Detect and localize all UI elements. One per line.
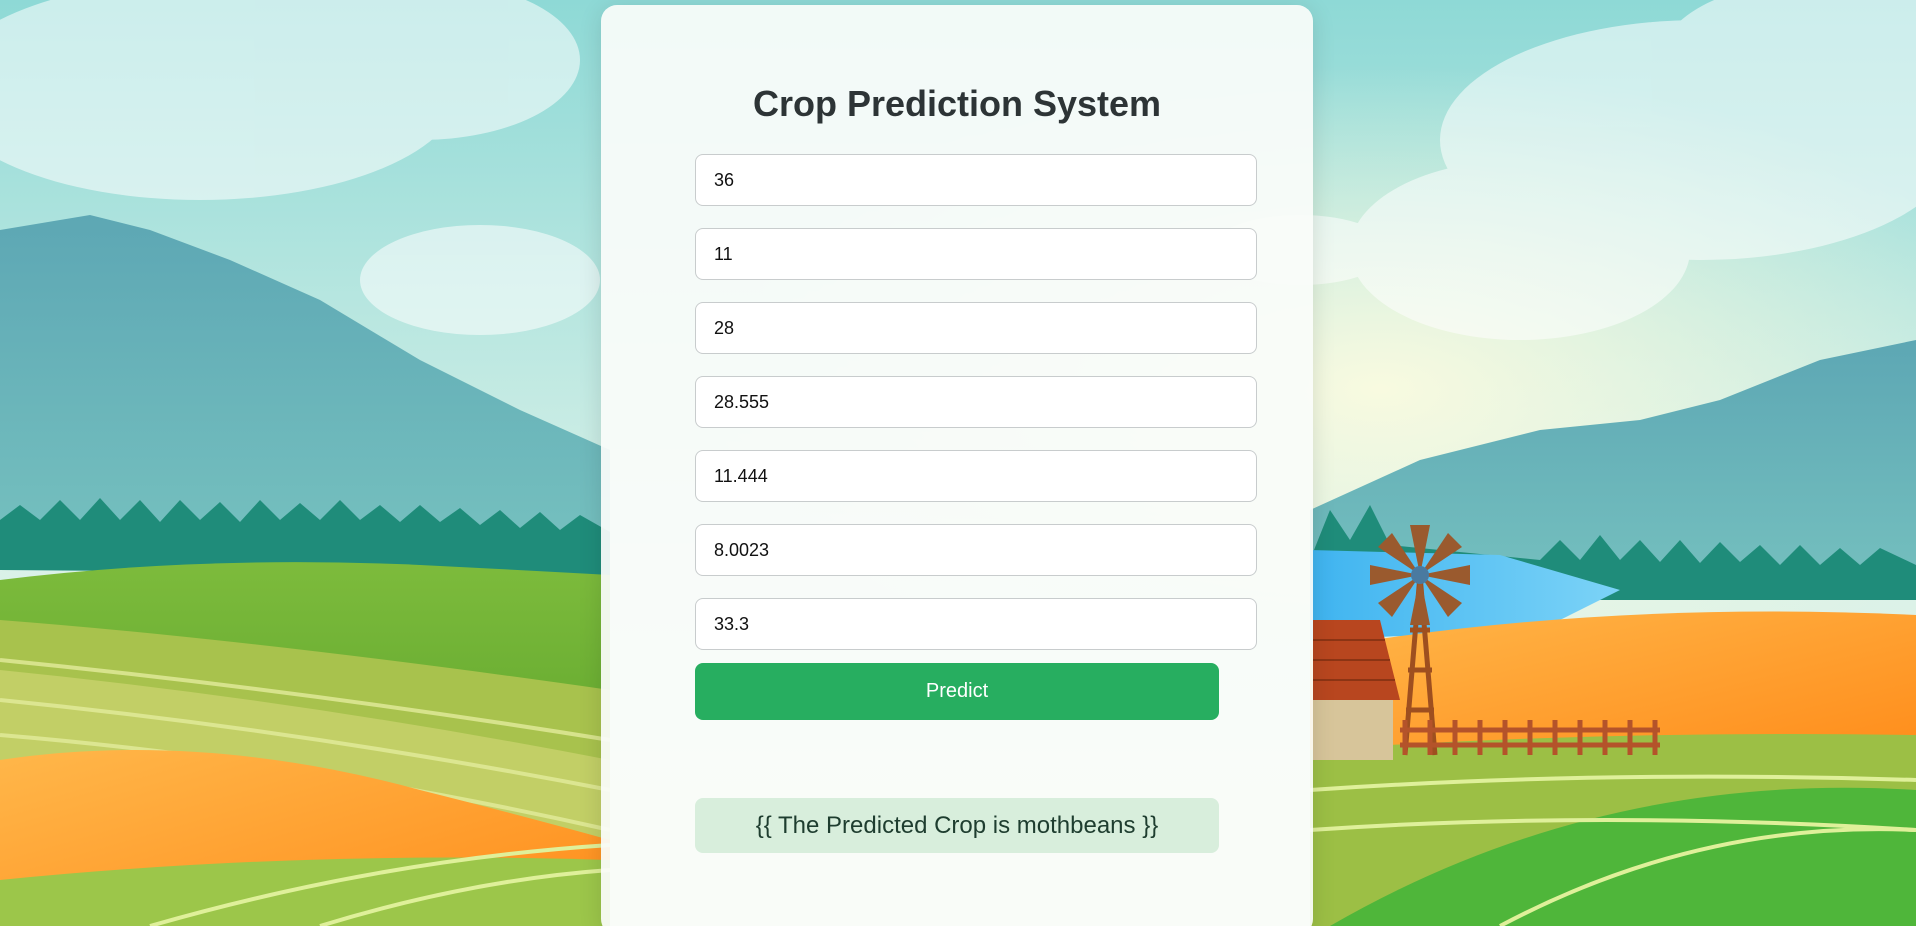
input-field-5[interactable]: [695, 450, 1257, 502]
page-title: Crop Prediction System: [752, 83, 1162, 124]
predict-button[interactable]: Predict: [695, 663, 1219, 720]
prediction-result: {{ The Predicted Crop is mothbeans }}: [695, 798, 1219, 853]
prediction-card: Crop Prediction System Predict {{ The Pr…: [601, 5, 1313, 926]
input-field-2[interactable]: [695, 228, 1257, 280]
input-field-1[interactable]: [695, 154, 1257, 206]
input-field-4[interactable]: [695, 376, 1257, 428]
page: Crop Prediction System Predict {{ The Pr…: [0, 0, 1916, 926]
input-field-3[interactable]: [695, 302, 1257, 354]
input-field-7[interactable]: [695, 598, 1257, 650]
input-field-6[interactable]: [695, 524, 1257, 576]
